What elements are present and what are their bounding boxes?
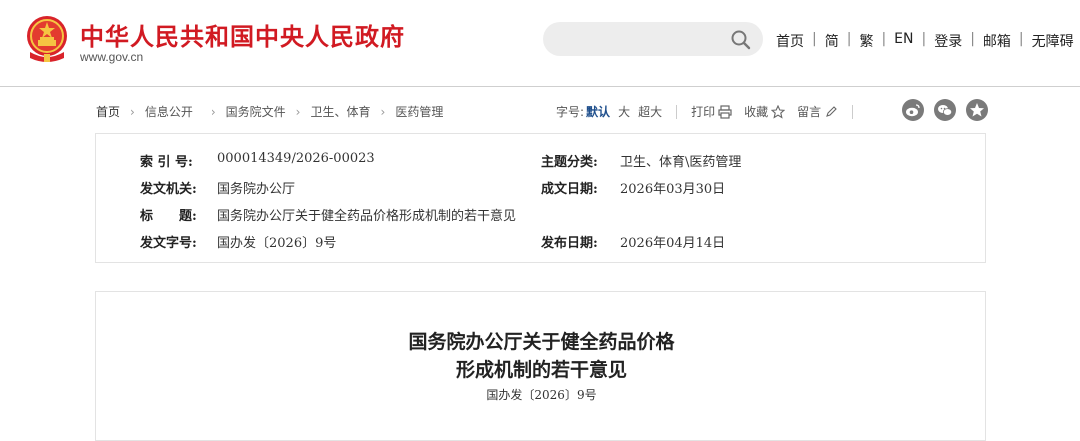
- site-title[interactable]: 中华人民共和国中央人民政府: [80, 17, 405, 52]
- star-icon: [771, 104, 786, 119]
- breadcrumb-item-state-council-docs[interactable]: 国务院文件: [226, 103, 286, 120]
- link-separator: |: [881, 31, 887, 47]
- font-size-xlarge[interactable]: 超大: [638, 103, 662, 120]
- link-separator: |: [846, 31, 852, 47]
- document-metadata: 索 引 号: 000014349/2026-00023 主题分类: 卫生、体育\…: [95, 133, 986, 263]
- issuer-label: 发文机关:: [140, 182, 197, 197]
- index-no-label: 索 引 号:: [140, 155, 193, 170]
- breadcrumb-home[interactable]: 首页: [96, 103, 120, 120]
- breadcrumb: 首页 › 信息公开 › 国务院文件 › 卫生、体育 › 医药管理: [96, 103, 443, 120]
- link-traditional[interactable]: 繁: [859, 31, 873, 51]
- doc-no-label: 发文字号:: [140, 236, 197, 251]
- document-title-line: 国务院办公厅关于健全药品价格: [408, 331, 675, 353]
- link-separator: |: [921, 31, 927, 47]
- link-simplified[interactable]: 简: [825, 31, 839, 51]
- comment-label: 留言: [797, 105, 822, 119]
- title-label: 标 题:: [140, 209, 197, 224]
- wechat-icon[interactable]: [934, 99, 956, 121]
- print-button[interactable]: 打印: [691, 103, 732, 120]
- written-date-value: 2026年03月30日: [620, 182, 726, 197]
- document-title: 国务院办公厅关于健全药品价格 形成机制的若干意见: [96, 328, 987, 384]
- printer-icon: [718, 104, 732, 119]
- chevron-right-icon: ›: [130, 104, 135, 119]
- index-no-value: 000014349/2026-00023: [217, 151, 375, 166]
- publish-date-label: 发布日期:: [541, 236, 598, 251]
- link-separator: |: [1018, 31, 1024, 47]
- comment-button[interactable]: 留言: [797, 103, 838, 120]
- weibo-icon[interactable]: [902, 99, 924, 121]
- toolbar-divider: [676, 104, 678, 119]
- pencil-icon: [826, 105, 837, 117]
- link-english[interactable]: EN: [894, 31, 913, 51]
- chevron-right-icon: ›: [210, 104, 216, 119]
- link-home[interactable]: 首页: [776, 31, 804, 51]
- print-label: 打印: [691, 105, 716, 119]
- national-emblem-icon[interactable]: [24, 14, 70, 66]
- article-toolbar: 字号: 默认 大 超大 打印 收藏 留言: [556, 103, 867, 120]
- document-content: 国务院办公厅关于健全药品价格 形成机制的若干意见 国办发〔2026〕9号: [95, 291, 986, 441]
- link-accessibility[interactable]: 无障碍: [1032, 31, 1074, 51]
- link-login[interactable]: 登录: [934, 31, 962, 51]
- search-icon[interactable]: [730, 29, 752, 51]
- site-url[interactable]: www.gov.cn: [80, 50, 143, 64]
- qzone-icon[interactable]: [966, 99, 988, 121]
- document-number: 国办发〔2026〕9号: [486, 388, 597, 402]
- breadcrumb-item-health-sports[interactable]: 卫生、体育: [310, 103, 370, 120]
- link-separator: |: [812, 31, 817, 47]
- topic-value: 卫生、体育\医药管理: [620, 155, 742, 170]
- font-size-label: 字号:: [556, 105, 585, 119]
- header-divider: [0, 86, 1080, 87]
- font-size-default[interactable]: 默认: [586, 103, 610, 120]
- written-date-label: 成文日期:: [541, 182, 598, 197]
- breadcrumb-item-medicine-management[interactable]: 医药管理: [395, 103, 443, 120]
- link-mailbox[interactable]: 邮箱: [983, 31, 1011, 51]
- title-value: 国务院办公厅关于健全药品价格形成机制的若干意见: [217, 209, 517, 224]
- favorite-button[interactable]: 收藏: [744, 103, 786, 120]
- doc-no-value: 国办发〔2026〕9号: [217, 236, 337, 251]
- font-size-large[interactable]: 大: [618, 103, 630, 120]
- link-separator: |: [970, 31, 975, 47]
- site-header: 中华人民共和国中央人民政府 www.gov.cn 首页 | 简 | 繁 | EN…: [0, 0, 1080, 86]
- issuer-value: 国务院办公厅: [217, 182, 296, 197]
- chevron-right-icon: ›: [380, 104, 386, 119]
- toolbar-divider: [852, 104, 854, 119]
- document-title-line: 形成机制的若干意见: [455, 359, 627, 381]
- topic-label: 主题分类:: [541, 155, 598, 170]
- chevron-right-icon: ›: [295, 104, 301, 119]
- publish-date-value: 2026年04月14日: [620, 236, 726, 251]
- top-links: 首页 | 简 | 繁 | EN | 登录 | 邮箱 | 无障碍: [776, 31, 1074, 51]
- breadcrumb-item-info-disclosure[interactable]: 信息公开: [145, 103, 193, 120]
- favorite-label: 收藏: [744, 105, 769, 119]
